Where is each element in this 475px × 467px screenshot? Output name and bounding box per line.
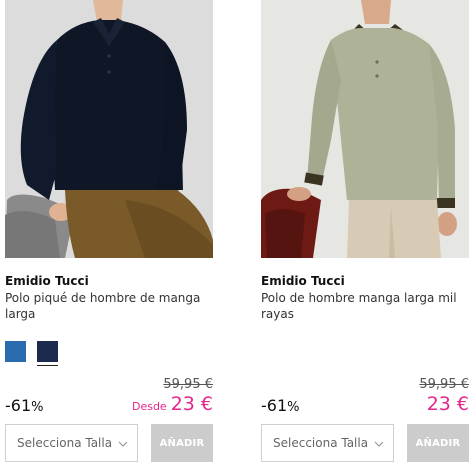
size-select-placeholder: Selecciona Talla bbox=[17, 436, 113, 450]
from-label: Desde bbox=[131, 400, 167, 413]
color-swatch-navy[interactable] bbox=[37, 341, 58, 366]
add-to-cart-button[interactable]: AÑADIR bbox=[151, 424, 213, 462]
size-select[interactable]: Selecciona Talla bbox=[261, 424, 394, 462]
color-swatches bbox=[5, 341, 58, 366]
chevron-down-icon bbox=[118, 441, 128, 447]
discount-badge: -61% bbox=[261, 396, 300, 415]
discount-value: -61 bbox=[261, 396, 288, 415]
product-card[interactable]: Emidio Tucci Polo de hombre manga larga … bbox=[261, 0, 469, 462]
sale-price: 23 € bbox=[426, 393, 469, 415]
sale-price-row: 23 € bbox=[427, 393, 469, 415]
discount-value: -61 bbox=[5, 396, 32, 415]
chevron-down-icon bbox=[374, 441, 384, 447]
product-name[interactable]: Polo de hombre manga larga mil rayas bbox=[261, 290, 466, 322]
discount-unit: % bbox=[31, 400, 44, 415]
original-price: 59,95 € bbox=[419, 377, 469, 392]
product-image[interactable] bbox=[261, 0, 469, 258]
navy-polo-photo bbox=[5, 0, 213, 258]
product-name[interactable]: Polo piqué de hombre de manga larga bbox=[5, 290, 210, 322]
striped-polo-photo bbox=[261, 0, 469, 258]
product-image[interactable] bbox=[5, 0, 213, 258]
discount-unit: % bbox=[287, 400, 300, 415]
discount-badge: -61% bbox=[5, 396, 44, 415]
add-to-cart-button[interactable]: AÑADIR bbox=[407, 424, 469, 462]
original-price: 59,95 € bbox=[163, 377, 213, 392]
sale-price-row: Desde 23 € bbox=[132, 393, 213, 415]
size-select-placeholder: Selecciona Talla bbox=[273, 436, 369, 450]
product-brand[interactable]: Emidio Tucci bbox=[5, 273, 213, 289]
product-card[interactable]: Emidio Tucci Polo piqué de hombre de man… bbox=[5, 0, 213, 462]
product-brand[interactable]: Emidio Tucci bbox=[261, 273, 469, 289]
sale-price: 23 € bbox=[170, 393, 213, 415]
color-swatch-blue[interactable] bbox=[5, 341, 26, 362]
size-select[interactable]: Selecciona Talla bbox=[5, 424, 138, 462]
